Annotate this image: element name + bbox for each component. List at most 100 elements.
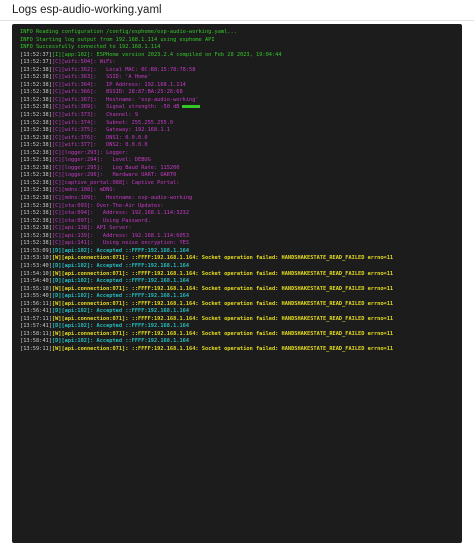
log-timestamp: [13:52:38] (20, 127, 52, 134)
log-line: INFO Starting log output from 192.168.1.… (20, 37, 458, 45)
log-message: ESPHome version 2023.2.4 compiled on Feb… (93, 51, 282, 58)
log-message: DNS2: 0.0.0.0 (96, 142, 148, 149)
log-timestamp: [13:53:40] (20, 262, 52, 269)
log-timestamp: [13:52:38] (20, 179, 52, 186)
log-timestamp: [13:52:38] (20, 157, 52, 164)
log-message: INFO Starting log output from 192.168.1.… (20, 36, 215, 43)
log-output-panel[interactable]: INFO Reading configuration /config/espho… (12, 24, 462, 543)
log-line: [13:52:38][C][api:141]: Using noise encr… (20, 240, 458, 248)
log-timestamp: [13:55:10] (20, 285, 52, 292)
log-tag: [C][ota:097]: (51, 217, 94, 224)
log-line: [13:52:37][C][wifi:504]: WiFi: (20, 59, 458, 67)
log-timestamp: [13:53:10] (20, 255, 52, 262)
log-line: [13:53:40][D][api:102]: Accepted ::FFFF:… (20, 263, 458, 271)
log-line: [13:52:38][C][ota:094]: Address: 192.168… (20, 210, 458, 218)
log-timestamp: [13:58:11] (20, 330, 52, 337)
log-message: Accepted ::FFFF:192.168.1.164 (93, 278, 190, 285)
log-tag: [C][wifi:364]: (51, 81, 97, 88)
log-tag: [C][logger:293]: (51, 149, 103, 156)
log-line: [13:58:11][W][api.connection:071]: ::FFF… (20, 331, 458, 339)
log-message: API Server: (93, 225, 132, 232)
log-line: [13:54:10][W][api.connection:071]: ::FFF… (20, 271, 458, 279)
log-message: INFO Successfully connected to 192.168.1… (20, 44, 161, 51)
log-timestamp: [13:52:38] (20, 74, 52, 81)
log-line: [13:52:38][C][api:138]: API Server: (20, 225, 458, 233)
log-message: Local MAC: 0C:B8:15:78:78:58 (96, 66, 196, 73)
log-tag: [C][mdns:109]: (51, 195, 97, 202)
log-message: Accepted ::FFFF:192.168.1.164 (93, 247, 190, 254)
log-line: [13:55:10][W][api.connection:071]: ::FFF… (20, 286, 458, 294)
log-message: Using noise encryption: YES (93, 240, 190, 247)
log-line: [13:52:38][C][wifi:374]: Subnet: 255.255… (20, 120, 458, 128)
log-line: [13:52:38][C][ota:097]: Using Password. (20, 218, 458, 226)
log-tag: [C][wifi:366]: (51, 89, 97, 96)
log-timestamp: [13:52:38] (20, 66, 52, 73)
log-message: DNS1: 0.0.0.0 (96, 134, 148, 141)
log-timestamp: [13:52:38] (20, 225, 52, 232)
title-divider (0, 20, 474, 21)
log-timestamp: [13:53:09] (20, 247, 52, 254)
log-timestamp: [13:57:11] (20, 315, 52, 322)
log-message: ::FFFF:192.168.1.164: Socket operation f… (128, 315, 394, 322)
log-tag: [C][wifi:369]: (51, 104, 97, 111)
log-message: Hostname: esp-audio-working (96, 195, 193, 202)
log-message: Hostname: 'esp-audio-working' (96, 96, 199, 103)
log-line: [13:52:38][C][wifi:369]: Signal strength… (20, 104, 458, 112)
log-message: BSSID: 28:87:BA:25:26:68 (96, 89, 183, 96)
log-timestamp: [13:52:38] (20, 81, 52, 88)
log-message: Accepted ::FFFF:192.168.1.164 (93, 293, 190, 300)
log-timestamp: [13:56:41] (20, 308, 52, 315)
log-message: INFO Reading configuration /config/espho… (20, 29, 237, 35)
log-message: mDNS: (96, 187, 116, 194)
log-tag: [C][api:141]: (51, 240, 94, 247)
log-timestamp: [13:52:38] (20, 112, 52, 119)
log-tag: [W][api.connection:071]: (51, 330, 129, 337)
log-tag: [D][api:102]: (51, 247, 94, 254)
log-message: Signal strength: -50 dB (96, 104, 180, 111)
log-tag: [W][api.connection:071]: (51, 285, 129, 292)
log-tag: [C][logger:295]: (51, 164, 103, 171)
log-message: IP Address: 192.168.1.114 (96, 81, 186, 88)
log-tag: [C][wifi:375]: (51, 127, 97, 134)
log-timestamp: [13:59:11] (20, 345, 52, 352)
log-line: [13:52:38][C][wifi:366]: BSSID: 28:87:BA… (20, 89, 458, 97)
log-line: [13:52:38][C][logger:293]: Logger: (20, 150, 458, 158)
log-message: Accepted ::FFFF:192.168.1.164 (93, 323, 190, 330)
log-timestamp: [13:52:38] (20, 89, 52, 96)
log-message: ::FFFF:192.168.1.164: Socket operation f… (128, 255, 394, 262)
log-line: [13:52:38][C][wifi:375]: Gateway: 192.16… (20, 127, 458, 135)
log-message: Accepted ::FFFF:192.168.1.164 (93, 308, 190, 315)
log-tag: [D][api:102]: (51, 308, 94, 315)
log-tag: [C][wifi:374]: (51, 119, 97, 126)
log-message: Using Password. (93, 217, 151, 224)
log-tag: [C][wifi:376]: (51, 134, 97, 141)
log-line: [13:57:41][D][api:102]: Accepted ::FFFF:… (20, 323, 458, 331)
log-line: [13:52:38][C][logger:294]: Level: DEBUG (20, 157, 458, 165)
log-line: [13:52:38][C][api:139]: Address: 192.168… (20, 233, 458, 241)
log-timestamp: [13:54:10] (20, 270, 52, 277)
log-message: ::FFFF:192.168.1.164: Socket operation f… (128, 330, 394, 337)
log-tag: [C][wifi:367]: (51, 96, 97, 103)
log-line: [13:59:11][W][api.connection:071]: ::FFF… (20, 346, 458, 354)
log-tag: [D][api:102]: (51, 293, 94, 300)
log-tag: [C][mdns:108]: (51, 187, 97, 194)
log-tag: [C][api:139]: (51, 232, 94, 239)
log-line: [13:53:10][W][api.connection:071]: ::FFF… (20, 255, 458, 263)
log-message: ::FFFF:192.168.1.164: Socket operation f… (128, 300, 394, 307)
log-message: Accepted ::FFFF:192.168.1.164 (93, 262, 190, 269)
log-timestamp: [13:55:40] (20, 293, 52, 300)
log-message: ::FFFF:192.168.1.164: Socket operation f… (128, 345, 394, 352)
log-timestamp: [13:52:37] (20, 51, 52, 58)
log-line: [13:55:40][D][api:102]: Accepted ::FFFF:… (20, 293, 458, 301)
log-line: [13:52:38][C][wifi:377]: DNS2: 0.0.0.0 (20, 142, 458, 150)
log-message: Logger: (102, 149, 129, 156)
logs-dialog: Logs esp-audio-working.yaml INFO Reading… (0, 0, 474, 556)
log-timestamp: [13:54:40] (20, 278, 52, 285)
log-timestamp: [13:52:37] (20, 59, 52, 66)
log-line: [13:52:38][C][wifi:367]: Hostname: 'esp-… (20, 97, 458, 105)
log-timestamp: [13:52:38] (20, 217, 52, 224)
log-line: INFO Reading configuration /config/espho… (20, 29, 458, 37)
dialog-title: Logs esp-audio-working.yaml (12, 4, 162, 16)
log-timestamp: [13:52:38] (20, 119, 52, 126)
log-timestamp: [13:52:38] (20, 202, 52, 209)
